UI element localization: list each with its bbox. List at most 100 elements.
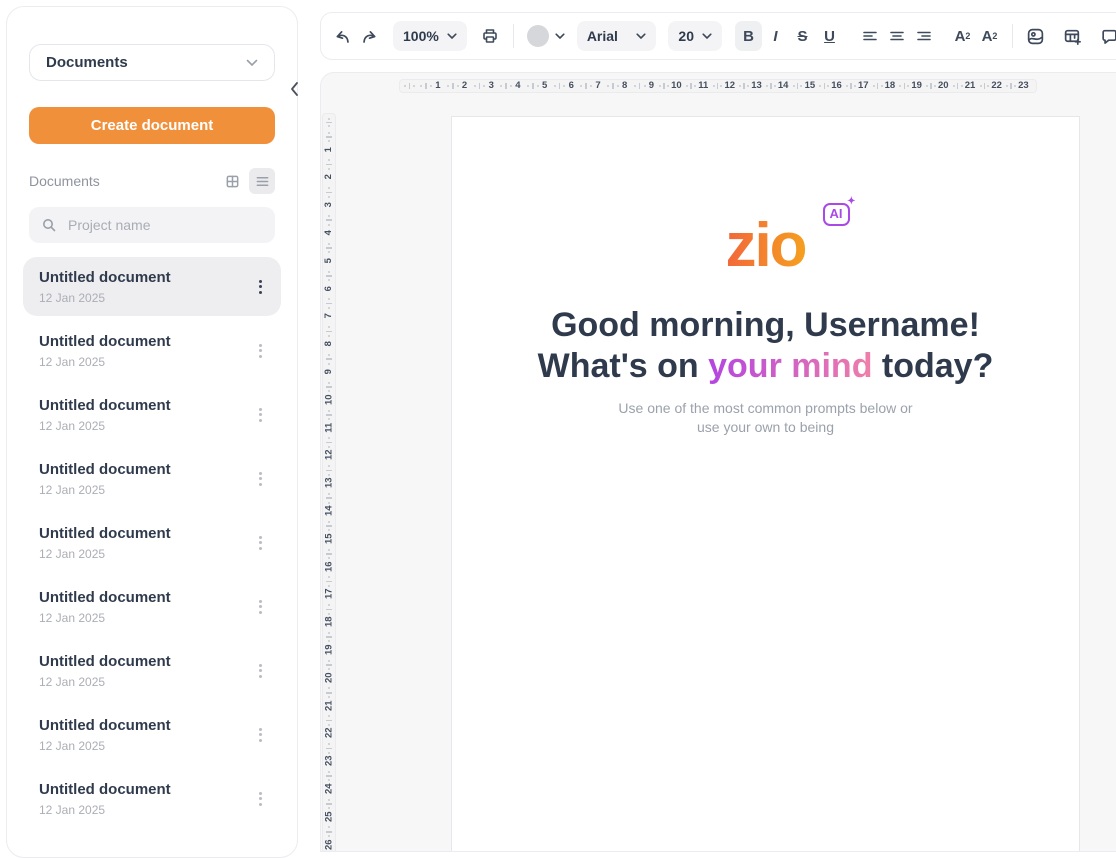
list-item[interactable]: Untitled document 12 Jan 2025 [23, 449, 281, 508]
ruler-unit: 18 [324, 602, 335, 630]
document-list: Untitled document 12 Jan 2025 Untitled d… [23, 257, 281, 828]
ruler-unit: 15 [791, 81, 818, 91]
grid-icon [225, 174, 240, 189]
subscript-button[interactable]: A2 [976, 21, 1003, 51]
undo-button[interactable] [329, 21, 356, 51]
kebab-menu-icon[interactable] [250, 787, 271, 811]
strikethrough-button[interactable]: S [789, 21, 816, 51]
bold-button[interactable]: B [735, 21, 762, 51]
app-logo: zio AI ✦ [725, 215, 805, 277]
redo-button[interactable] [356, 21, 383, 51]
align-left-icon [861, 28, 879, 44]
ruler-unit: 17 [844, 81, 871, 91]
document-date: 12 Jan 2025 [39, 611, 250, 625]
document-type-dropdown-label: Documents [46, 54, 128, 71]
horizontal-ruler[interactable]: 1234567891011121314151617181920212223 [399, 79, 1037, 93]
list-item[interactable]: Untitled document 12 Jan 2025 [23, 577, 281, 636]
formatting-toolbar: 100% Arial 20 B I S U [320, 12, 1116, 60]
ruler-unit: 23 [324, 741, 335, 769]
kebab-menu-icon[interactable] [250, 467, 271, 491]
ruler-unit: 9 [631, 81, 658, 91]
ruler-unit: 1 [417, 81, 444, 91]
kebab-menu-icon[interactable] [250, 595, 271, 619]
document-title: Untitled document [39, 653, 250, 670]
ruler-unit: 21 [951, 81, 978, 91]
kebab-menu-icon[interactable] [250, 659, 271, 683]
font-family-value: Arial [587, 28, 618, 44]
insert-table-button[interactable] [1059, 21, 1086, 51]
underline-button[interactable]: U [816, 21, 843, 51]
kebab-menu-icon[interactable] [250, 531, 271, 555]
list-item[interactable]: Untitled document 12 Jan 2025 [23, 385, 281, 444]
list-item[interactable]: Untitled document 12 Jan 2025 [23, 513, 281, 572]
ruler-unit: 12 [324, 435, 335, 463]
kebab-menu-icon[interactable] [250, 403, 271, 427]
chevron-down-icon [246, 59, 258, 67]
kebab-menu-icon[interactable] [250, 275, 271, 299]
ruler-unit: 14 [764, 81, 791, 91]
grid-view-button[interactable] [219, 168, 245, 194]
ruler-unit: 14 [324, 490, 335, 518]
document-page[interactable]: zio AI ✦ Good morning, Username! What's … [451, 116, 1080, 852]
document-title: Untitled document [39, 589, 250, 606]
align-left-button[interactable] [856, 21, 883, 51]
ruler-unit: 10 [324, 379, 335, 407]
ruler-unit: 15 [324, 518, 335, 546]
vertical-ruler[interactable]: 1234567891011121314151617181920212223242… [322, 113, 336, 852]
greeting-heading: Good morning, Username! What's on your m… [452, 305, 1079, 387]
search-input[interactable] [66, 216, 263, 234]
list-item[interactable]: Untitled document 12 Jan 2025 [23, 769, 281, 828]
ruler-unit: 25 [324, 796, 335, 824]
comment-button[interactable] [1096, 21, 1116, 51]
list-view-button[interactable] [249, 168, 275, 194]
list-item[interactable]: Untitled document 12 Jan 2025 [23, 705, 281, 764]
ruler-unit: 19 [324, 629, 335, 657]
ai-badge: AI ✦ [823, 203, 850, 226]
kebab-menu-icon[interactable] [250, 723, 271, 747]
ruler-unit: 7 [577, 81, 604, 91]
create-document-button[interactable]: Create document [29, 107, 275, 144]
font-family-select[interactable]: Arial [577, 21, 657, 51]
ruler-unit: 1 [326, 129, 332, 157]
ruler-unit: 16 [817, 81, 844, 91]
list-item[interactable]: Untitled document 12 Jan 2025 [23, 257, 281, 316]
subtext-line2: use your own to being [697, 419, 834, 435]
image-icon [1026, 27, 1045, 46]
italic-button[interactable]: I [762, 21, 789, 51]
subtext-line1: Use one of the most common prompts below… [618, 400, 912, 416]
ruler-unit: 20 [324, 657, 335, 685]
ruler-unit: 2 [444, 81, 471, 91]
zoom-level-select[interactable]: 100% [393, 21, 467, 51]
align-right-button[interactable] [910, 21, 937, 51]
kebab-menu-icon[interactable] [250, 339, 271, 363]
document-date: 12 Jan 2025 [39, 419, 250, 433]
search-icon [41, 217, 57, 233]
text-color-picker[interactable] [523, 25, 569, 47]
document-title: Untitled document [39, 781, 250, 798]
document-title: Untitled document [39, 461, 250, 478]
chevron-left-icon [290, 81, 299, 97]
ruler-unit: 6 [550, 81, 577, 91]
ruler-unit: 9 [326, 351, 332, 379]
ruler-unit: 20 [924, 81, 951, 91]
chevron-down-icon [555, 33, 565, 40]
list-item[interactable]: Untitled document 12 Jan 2025 [23, 641, 281, 700]
print-button[interactable] [477, 21, 504, 51]
font-size-select[interactable]: 20 [668, 21, 722, 51]
document-date: 12 Jan 2025 [39, 483, 250, 497]
document-type-dropdown[interactable]: Documents [29, 44, 275, 81]
chevron-down-icon [702, 33, 712, 40]
align-center-icon [888, 28, 906, 44]
ruler-unit: 22 [324, 713, 335, 741]
align-center-button[interactable] [883, 21, 910, 51]
document-date: 12 Jan 2025 [39, 291, 250, 305]
ruler-unit: 13 [737, 81, 764, 91]
insert-image-button[interactable] [1022, 21, 1049, 51]
sidebar-collapse-button[interactable] [288, 79, 301, 99]
list-item[interactable]: Untitled document 12 Jan 2025 [23, 321, 281, 380]
document-date: 12 Jan 2025 [39, 355, 250, 369]
ruler-unit: 23 [1004, 81, 1031, 91]
document-title: Untitled document [39, 525, 250, 542]
ruler-unit: 18 [871, 81, 898, 91]
superscript-button[interactable]: A2 [949, 21, 976, 51]
